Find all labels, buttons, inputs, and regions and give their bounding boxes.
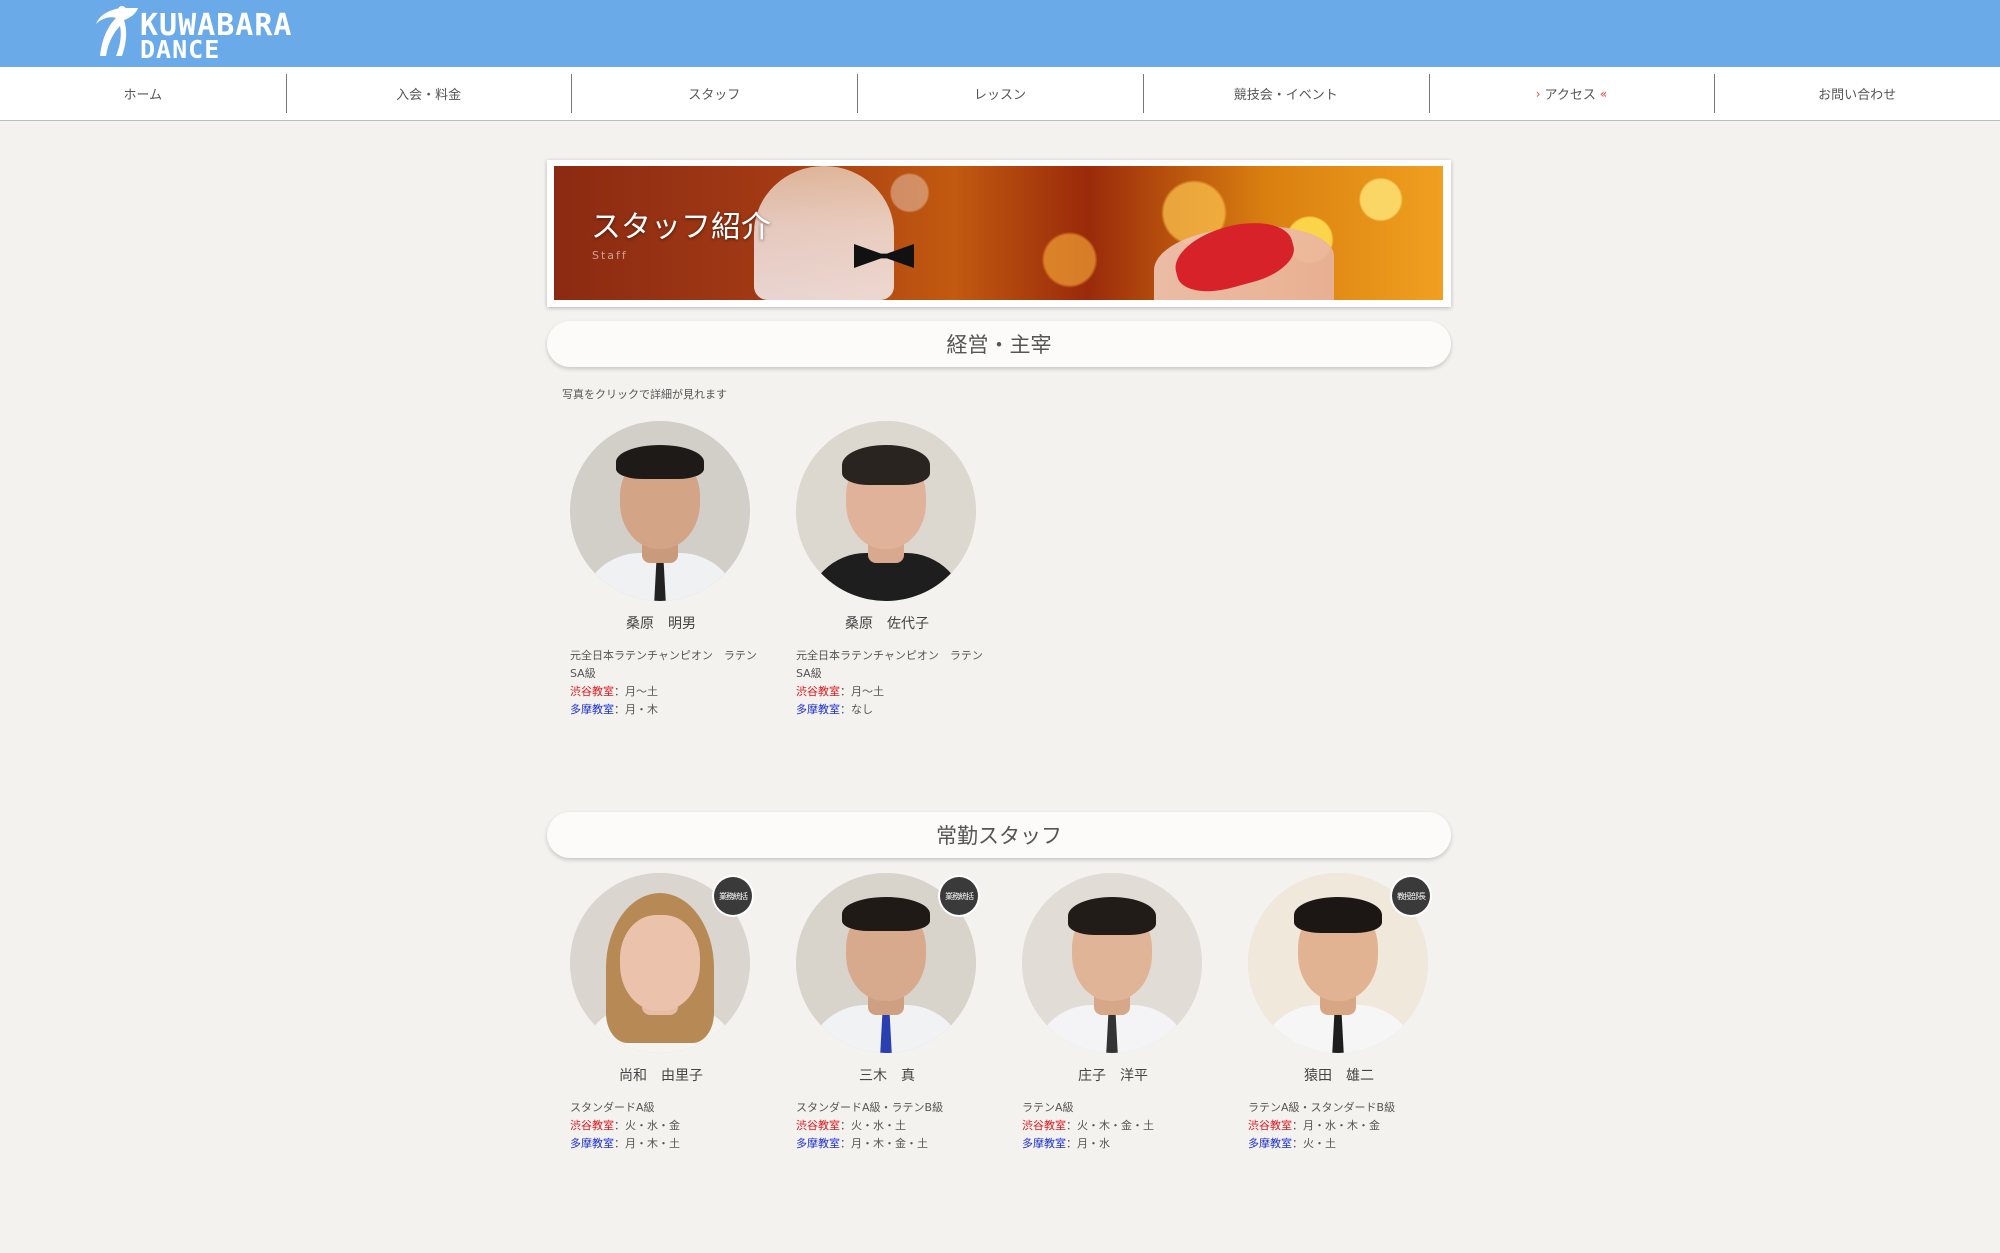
staff-rank: 元全日本ラテンチャンピオン ラテンSA級 [796, 649, 983, 680]
staff-details: スタンダードA級 渋谷教室：火・水・金 多摩教室：月・木・土 [570, 1099, 760, 1153]
hero-dancer-man [754, 166, 894, 300]
tama-days: ：なし [840, 703, 873, 716]
nav-label: 入会・料金 [396, 88, 462, 103]
tama-days: ：月・木・土 [614, 1137, 680, 1150]
double-chevron-left-icon: « [1599, 86, 1608, 101]
shibuya-days: ：月・水・木・金 [1292, 1119, 1380, 1132]
staff-rank: 元全日本ラテンチャンピオン ラテンSA級 [570, 649, 757, 680]
shibuya-days: ：火・水・土 [840, 1119, 906, 1132]
nav-join-fees[interactable]: 入会・料金 [285, 67, 572, 120]
tama-days: ：月・木・金・土 [840, 1137, 928, 1150]
tama-label: 多摩教室 [1022, 1137, 1066, 1150]
shibuya-label: 渋谷教室 [570, 685, 614, 698]
staff-details: ラテンA級・スタンダードB級 渋谷教室：月・水・木・金 多摩教室：火・土 [1248, 1099, 1438, 1153]
tama-days: ：月・木 [614, 703, 658, 716]
shibuya-days: ：火・木・金・土 [1066, 1119, 1154, 1132]
role-badge: 業務統括 [940, 877, 978, 915]
role-badge: 業務統括 [714, 877, 752, 915]
site-header: KUWABARA DANCE SCHOOL [0, 0, 2000, 93]
staff-rank: ラテンA級・スタンダードB級 [1248, 1101, 1396, 1114]
staff-details: スタンダードA級・ラテンB級 渋谷教室：火・水・土 多摩教室：月・木・金・土 [796, 1099, 986, 1153]
nav-label: ホーム [123, 88, 163, 103]
shibuya-label: 渋谷教室 [1248, 1119, 1292, 1132]
nav-label: スタッフ [688, 88, 741, 103]
shibuya-label: 渋谷教室 [570, 1119, 614, 1132]
section-heading-fulltime-staff: 常勤スタッフ [547, 812, 1451, 858]
click-hint: 写真をクリックで詳細が見れます [562, 388, 727, 401]
nav-access[interactable]: › アクセス « [1428, 67, 1715, 120]
hero-image: スタッフ紹介 Staff [554, 166, 1443, 300]
staff-name: 桑原 明男 [626, 616, 696, 632]
section-heading-management: 経営・主宰 [547, 321, 1451, 367]
shibuya-label: 渋谷教室 [1022, 1119, 1066, 1132]
tama-label: 多摩教室 [570, 1137, 614, 1150]
page-hero-banner: スタッフ紹介 Staff [547, 160, 1451, 307]
shibuya-days: ：火・水・金 [614, 1119, 680, 1132]
staff-details: 元全日本ラテンチャンピオン ラテンSA級 渋谷教室：月〜土 多摩教室：なし [796, 647, 986, 719]
tama-days: ：火・土 [1292, 1137, 1336, 1150]
staff-photo[interactable] [1022, 873, 1202, 1053]
staff-name: 尚和 由里子 [619, 1068, 703, 1084]
nav-lessons[interactable]: レッスン [857, 67, 1143, 120]
shibuya-days: ：月〜土 [614, 685, 658, 698]
dancer-logo-icon [96, 6, 138, 56]
page-subtitle: Staff [592, 249, 628, 262]
staff-name: 三木 真 [859, 1068, 915, 1084]
nav-label: レッスン [974, 88, 1027, 103]
tama-label: 多摩教室 [1248, 1137, 1292, 1150]
nav-competitions-events[interactable]: 競技会・イベント [1142, 67, 1429, 120]
nav-home[interactable]: ホーム [0, 67, 286, 120]
shibuya-days: ：月〜土 [840, 685, 884, 698]
staff-details: 元全日本ラテンチャンピオン ラテンSA級 渋谷教室：月〜土 多摩教室：月・木 [570, 647, 760, 719]
staff-rank: スタンダードA級 [570, 1101, 655, 1114]
site-logo[interactable]: KUWABARA DANCE SCHOOL [90, 4, 330, 93]
shibuya-label: 渋谷教室 [796, 685, 840, 698]
main-nav: ホーム 入会・料金 スタッフ レッスン 競技会・イベント › アクセス « お問… [0, 67, 2000, 121]
staff-photo[interactable] [796, 421, 976, 601]
chevron-right-icon: › [1535, 86, 1541, 101]
tama-label: 多摩教室 [796, 1137, 840, 1150]
staff-rank: スタンダードA級・ラテンB級 [796, 1101, 944, 1114]
staff-name: 桑原 佐代子 [845, 616, 929, 632]
staff-name: 猿田 雄二 [1304, 1068, 1374, 1084]
staff-photo[interactable] [570, 421, 750, 601]
staff-rank: ラテンA級 [1022, 1101, 1074, 1114]
nav-label: お問い合わせ [1818, 88, 1897, 103]
staff-details: ラテンA級 渋谷教室：火・木・金・土 多摩教室：月・水 [1022, 1099, 1212, 1153]
tama-days: ：月・水 [1066, 1137, 1110, 1150]
nav-label: 競技会・イベント [1233, 88, 1338, 103]
tama-label: 多摩教室 [796, 703, 840, 716]
nav-label: アクセス [1544, 88, 1596, 103]
staff-name: 庄子 洋平 [1078, 1068, 1148, 1084]
nav-contact[interactable]: お問い合わせ [1714, 67, 2000, 120]
page-title: スタッフ紹介 [591, 210, 771, 245]
tama-label: 多摩教室 [570, 703, 614, 716]
role-badge: 教授部長 [1392, 877, 1430, 915]
nav-staff[interactable]: スタッフ [571, 67, 857, 120]
shibuya-label: 渋谷教室 [796, 1119, 840, 1132]
